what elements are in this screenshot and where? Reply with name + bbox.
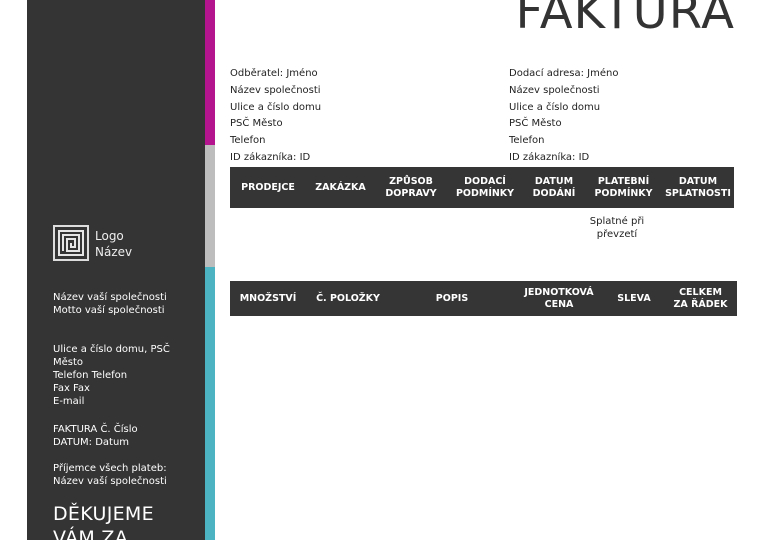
contact-city: Město [53, 357, 84, 368]
shipping-phone: Telefon [509, 135, 545, 147]
contact-email: E-mail [53, 396, 85, 407]
company-motto: Motto vaší společnosti [53, 305, 165, 316]
accent-strip [205, 0, 215, 540]
accent-teal [205, 267, 215, 540]
contact-phone: Telefon Telefon [53, 370, 128, 381]
accent-gray [205, 145, 215, 267]
payee-label: Příjemce všech plateb: [53, 463, 167, 474]
sidebar [27, 0, 205, 540]
invoice-number: FAKTURA Č. Číslo [53, 424, 138, 435]
contact-fax: Fax Fax [53, 383, 90, 394]
maze-logo-icon [53, 225, 89, 261]
page-title: FAKTURA [515, 0, 735, 40]
billing-customer: Odběratel: Jméno [230, 68, 318, 79]
order-table-header: PRODEJCE ZAKÁZKA ZPŮSOB DOPRAVY DODACÍ POD… [230, 167, 734, 208]
items-header-cell: Č. POLOŽKY [316, 292, 380, 304]
order-header-cell: DATUM SPLATNOSTI [665, 175, 731, 199]
shipping-address: Dodací adresa: Jméno Název společnosti U… [509, 66, 618, 167]
order-header-cell: ZAKÁZKA [315, 181, 366, 193]
logo-line1: Logo [95, 229, 124, 243]
items-header-cell: JEDNOTKOVÁ CENA [524, 286, 594, 310]
order-header-cell: DODACÍ PODMÍNKY [455, 175, 515, 199]
items-header-cell: CELKEM ZA ŘÁDEK [673, 286, 728, 310]
items-header-cell: POPIS [435, 292, 469, 304]
order-header-cell: PRODEJCE [241, 181, 295, 193]
shipping-street: Ulice a číslo domu [509, 101, 601, 113]
thanks-line1: DĚKUJEME [53, 503, 154, 525]
invoice-info: FAKTURA Č. Číslo DATUM: Datum [53, 423, 203, 449]
contact-block: Ulice a číslo domu, PSČ Město Telefon Te… [53, 343, 203, 408]
billing-address: Odběratel: Jméno Název společnosti Ulice… [230, 66, 321, 167]
items-header-cell: MNOŽSTVÍ [239, 292, 297, 304]
billing-customer-id: ID zákazníka: ID [230, 151, 311, 163]
order-header-cell: DATUM DODÁNÍ [532, 175, 576, 199]
billing-phone: Telefon [230, 135, 266, 147]
payment-terms-value: Splatné při převzetí [589, 216, 645, 240]
payee-block: Příjemce všech plateb: Název vaší společ… [53, 462, 203, 488]
thanks-line2: VÁM ZA [53, 527, 129, 540]
items-header-cell: SLEVA [617, 292, 651, 304]
company-name: Název vaší společnosti [53, 292, 167, 303]
shipping-city: PSČ Město [509, 118, 562, 130]
invoice-date: DATUM: Datum [53, 437, 130, 448]
billing-company: Název společnosti [230, 84, 321, 96]
billing-street: Ulice a číslo domu [230, 101, 322, 113]
shipping-company: Název společnosti [509, 84, 600, 96]
company-block: Název vaší společnosti Motto vaší společ… [53, 291, 203, 317]
payee-name: Název vaší společnosti [53, 476, 167, 487]
shipping-customer-id: ID zákazníka: ID [509, 151, 590, 163]
logo-line2: Název [95, 245, 133, 259]
order-header-cell: PLATEBNÍ PODMÍNKY [594, 175, 653, 199]
items-table-header: MNOŽSTVÍ Č. POLOŽKY POPIS JEDNOTKOVÁ CENA… [230, 281, 737, 316]
thank-you-message: DĚKUJEME VÁM ZA [53, 502, 203, 540]
accent-magenta [205, 0, 215, 145]
company-logo: Logo Název [53, 225, 193, 265]
order-header-cell: ZPŮSOB DOPRAVY [385, 175, 437, 199]
shipping-customer: Dodací adresa: Jméno [509, 68, 619, 79]
logo-text: Logo Název [95, 228, 132, 260]
billing-city: PSČ Město [230, 118, 283, 130]
contact-street: Ulice a číslo domu, PSČ [53, 344, 170, 355]
